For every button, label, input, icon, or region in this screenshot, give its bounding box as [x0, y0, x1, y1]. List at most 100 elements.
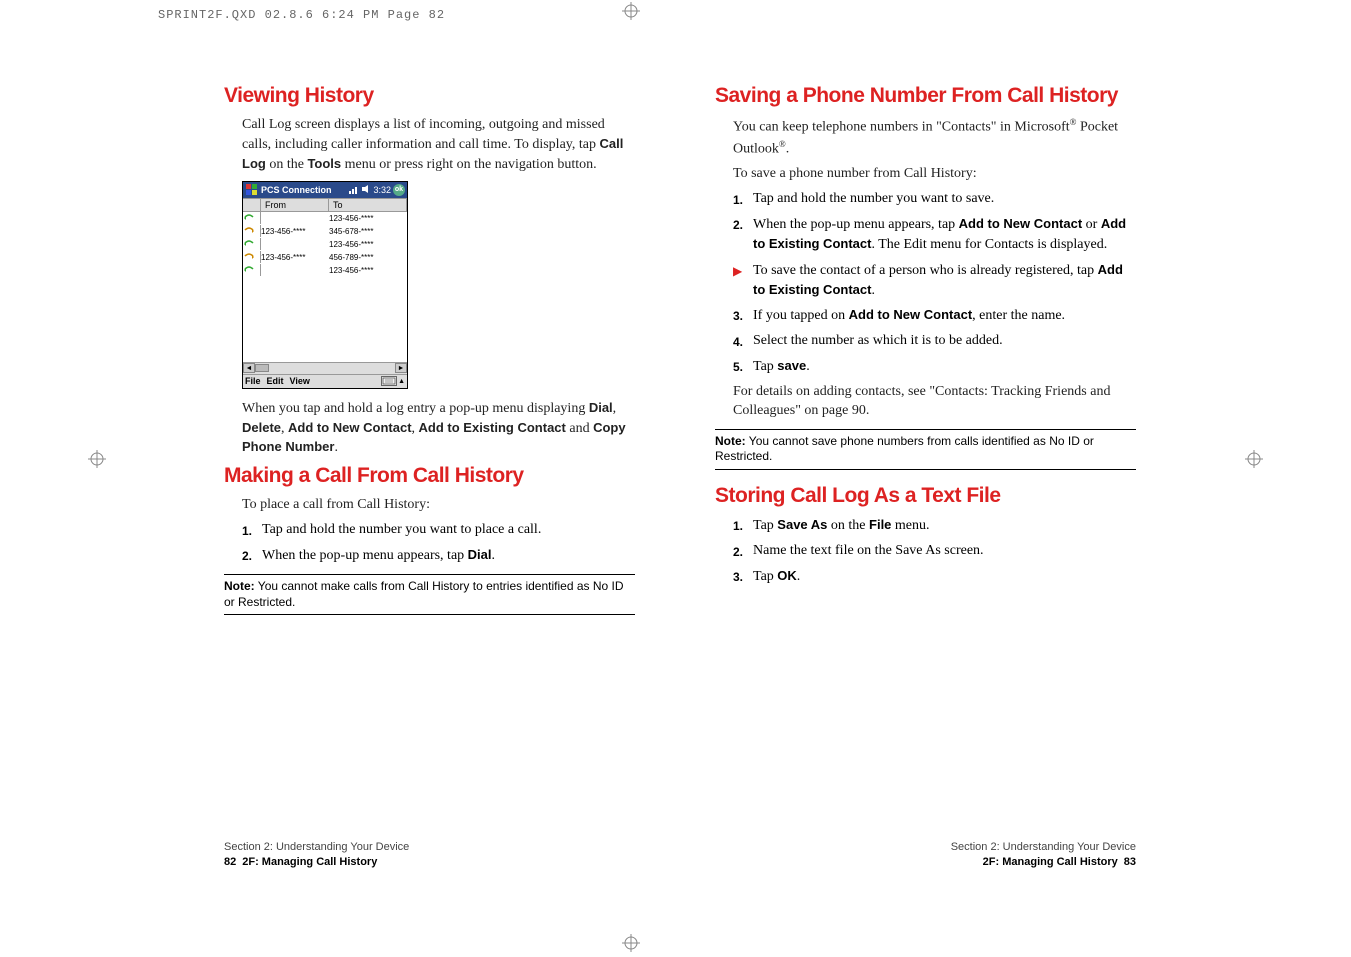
step-number: 3.	[733, 567, 753, 587]
print-header-stamp: SPRINT2F.QXD 02.8.6 6:24 PM Page 82	[158, 8, 445, 22]
step-1: 1. Tap and hold the number you want to p…	[242, 521, 635, 540]
footer-section: Section 2: Understanding Your Device	[951, 840, 1136, 854]
text: , enter the name.	[972, 308, 1065, 323]
text: Call Log screen displays a list of incom…	[242, 117, 605, 152]
step-5: 5. Tap save.	[733, 357, 1136, 377]
step-text: Tap Save As on the File menu.	[753, 516, 1136, 536]
table-row: 123-456-**** 345-678-****	[243, 225, 407, 238]
footer-subsection: 2F: Managing Call History	[242, 856, 377, 868]
scroll-left-icon: ◄	[243, 363, 255, 373]
step-number: 1.	[733, 516, 753, 536]
cell-from: 123-456-****	[261, 227, 329, 236]
signal-icon	[349, 184, 359, 196]
page-spread: Viewing History Call Log screen displays…	[114, 40, 1236, 895]
text: When the pop-up menu appears, tap	[262, 548, 468, 563]
col-icon	[243, 199, 261, 211]
text: When you tap and hold a log entry a pop-…	[242, 401, 589, 416]
menu-edit: Edit	[267, 376, 284, 386]
para-place-call: To place a call from Call History:	[242, 496, 635, 515]
text: or	[1082, 217, 1101, 232]
scroll-right-icon: ►	[395, 363, 407, 373]
step-number: 5.	[733, 357, 753, 377]
ss-rows: 123-456-**** 123-456-**** 345-678-**** 1…	[243, 212, 407, 362]
para-popup-menu: When you tap and hold a log entry a pop-…	[242, 399, 635, 459]
step-4: 4. Select the number as which it is to b…	[733, 332, 1136, 351]
phone-in-icon	[244, 238, 256, 248]
table-row: 123-456-**** 456-789-****	[243, 251, 407, 264]
bold-ok: OK	[777, 568, 797, 583]
bold-add-new: Add to New Contact	[288, 420, 412, 435]
step-2: 2. When the pop-up menu appears, tap Add…	[733, 215, 1136, 255]
step-1: 1. Tap and hold the number you want to s…	[733, 190, 1136, 209]
speaker-icon	[361, 184, 371, 196]
bold-add-existing: Add to Existing Contact	[419, 420, 566, 435]
para-details: For details on adding contacts, see "Con…	[733, 383, 1136, 421]
bold-save-as: Save As	[777, 517, 827, 532]
step-number: 4.	[733, 332, 753, 351]
ss-column-headers: From To	[243, 198, 407, 212]
text: Tap	[753, 518, 777, 533]
phone-in-icon	[244, 212, 256, 222]
cell-from: 123-456-****	[261, 253, 329, 262]
phone-in-icon	[244, 264, 256, 274]
text: on the	[266, 157, 308, 172]
bold-delete: Delete	[242, 420, 281, 435]
cell-to: 123-456-****	[329, 240, 407, 249]
text: If you tapped on	[753, 308, 849, 323]
heading-viewing-history: Viewing History	[224, 84, 635, 108]
page-number: 82	[224, 856, 236, 868]
cell-to: 123-456-****	[329, 266, 407, 275]
ss-time: 3:32	[373, 185, 391, 195]
footer-left: Section 2: Understanding Your Device 82 2…	[224, 840, 409, 869]
step-text: Tap and hold the number you want to plac…	[262, 521, 635, 540]
scroll-thumb	[255, 364, 269, 372]
text: Tap	[753, 359, 777, 374]
step-text: When the pop-up menu appears, tap Add to…	[753, 215, 1136, 255]
cell-to: 456-789-****	[329, 253, 407, 262]
registration-mark-right	[1245, 450, 1263, 468]
para-keep-numbers: You can keep telephone numbers in "Conta…	[733, 116, 1136, 159]
text: .	[806, 359, 810, 374]
text: .	[871, 283, 875, 298]
text: To save the contact of a person who is a…	[753, 263, 1098, 278]
step-text: Tap save.	[753, 357, 1136, 377]
ss-titlebar: PCS Connection 3:32 ok	[243, 182, 407, 198]
cell-to: 345-678-****	[329, 227, 407, 236]
footer-subsection: 2F: Managing Call History	[983, 856, 1118, 868]
arrow-icon: ▶	[733, 261, 753, 301]
step-text: When the pop-up menu appears, tap Dial.	[262, 546, 635, 566]
cell-to: 123-456-****	[329, 214, 407, 223]
text: You can keep telephone numbers in "Conta…	[733, 120, 1070, 135]
heading-storing-call-log: Storing Call Log As a Text File	[715, 484, 1136, 508]
text: .	[797, 569, 801, 584]
footer-section: Section 2: Understanding Your Device	[224, 840, 409, 854]
up-arrow-icon: ▲	[398, 378, 405, 385]
keyboard-icon	[381, 376, 397, 386]
para-intro: Call Log screen displays a list of incom…	[242, 116, 635, 175]
table-row: 123-456-****	[243, 212, 407, 225]
step-text: Name the text file on the Save As screen…	[753, 542, 1136, 561]
step-number: 1.	[733, 190, 753, 209]
step-text: Tap OK.	[753, 567, 1136, 587]
step-2: 2. Name the text file on the Save As scr…	[733, 542, 1136, 561]
ok-button-icon: ok	[393, 184, 405, 196]
para-to-save: To save a phone number from Call History…	[733, 165, 1136, 184]
registered-mark: ®	[779, 139, 786, 149]
registration-mark-left	[88, 450, 106, 468]
text: . The Edit menu for Contacts is displaye…	[871, 237, 1107, 252]
col-to: To	[329, 199, 407, 211]
phone-out-icon	[244, 225, 256, 235]
step-number: 1.	[242, 521, 262, 540]
menu-file: File	[245, 376, 261, 386]
page-right: Saving a Phone Number From Call History …	[675, 40, 1236, 895]
text: on the	[827, 518, 869, 533]
registration-mark-bottom	[622, 934, 640, 952]
text: .	[334, 440, 338, 455]
text: ,	[613, 401, 617, 416]
text: When the pop-up menu appears, tap	[753, 217, 959, 232]
note-label: Note:	[715, 434, 746, 448]
ss-menubar: File Edit View ▲	[243, 374, 407, 388]
step-1: 1. Tap Save As on the File menu.	[733, 516, 1136, 536]
step-number: 2.	[733, 215, 753, 255]
note-text: You cannot save phone numbers from calls…	[715, 434, 1094, 464]
